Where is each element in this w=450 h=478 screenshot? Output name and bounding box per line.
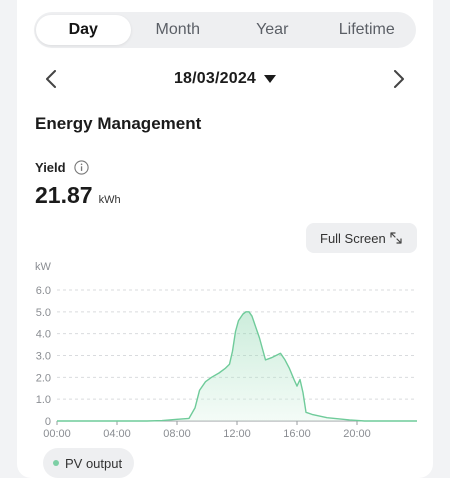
yield-value-row: 21.87 kWh <box>35 182 121 209</box>
tab-lifetime[interactable]: Lifetime <box>320 15 415 45</box>
expand-icon <box>390 232 402 244</box>
x-tick-label: 08:00 <box>163 428 191 440</box>
legend-label: PV output <box>65 455 123 471</box>
tab-year[interactable]: Year <box>225 15 320 45</box>
legend-swatch <box>53 460 59 466</box>
chevron-left-icon[interactable] <box>34 62 68 96</box>
full-screen-label: Full Screen <box>320 230 386 246</box>
y-tick-label: 0 <box>45 416 51 428</box>
pv-output-chart: kW 0 1.0 2.0 3.0 4.0 5.0 6.0 00:00 04:00 08:00 12:0… <box>35 261 417 440</box>
tab-month[interactable]: Month <box>131 15 226 45</box>
x-tick-label: 04:00 <box>103 428 131 440</box>
y-tick-label: 3.0 <box>36 351 51 363</box>
x-tick-label: 12:00 <box>223 428 251 440</box>
x-tick-label: 20:00 <box>343 428 371 440</box>
energy-card: Day Month Year Lifetime 18/03/2024 Energ… <box>17 0 433 478</box>
yield-value: 21.87 <box>35 182 93 208</box>
yield-label: Yield <box>35 160 66 175</box>
date-navigation: 18/03/2024 <box>34 60 416 98</box>
x-tick-label: 16:00 <box>283 428 311 440</box>
period-tabs: Day Month Year Lifetime <box>34 12 416 48</box>
y-tick-label: 2.0 <box>36 372 51 384</box>
date-selector[interactable]: 18/03/2024 <box>173 70 277 88</box>
chevron-right-icon[interactable] <box>382 62 416 96</box>
y-tick-label: 5.0 <box>36 307 51 319</box>
yield-unit: kWh <box>98 194 121 206</box>
y-tick-label: 1.0 <box>36 394 51 406</box>
date-label: 18/03/2024 <box>173 70 257 87</box>
yield-label-row: Yield <box>35 160 89 175</box>
full-screen-button[interactable]: Full Screen <box>306 223 417 253</box>
y-tick-label: 4.0 <box>36 329 51 341</box>
x-tick-label: 00:00 <box>43 428 71 440</box>
y-axis-unit: kW <box>35 261 52 273</box>
caret-down-icon <box>264 74 277 83</box>
y-tick-label: 6.0 <box>36 285 51 297</box>
legend-pv-output[interactable]: PV output <box>43 448 135 478</box>
tab-day[interactable]: Day <box>36 15 131 45</box>
info-icon[interactable] <box>73 160 89 175</box>
section-title: Energy Management <box>35 114 202 133</box>
